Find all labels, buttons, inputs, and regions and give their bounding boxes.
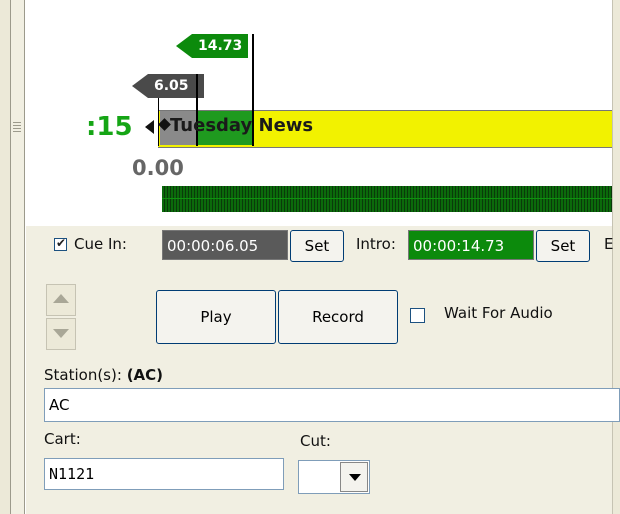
stations-summary: (AC) (126, 366, 164, 384)
wait-for-audio-label: Wait For Audio (444, 304, 553, 322)
track-title: Tuesday News (170, 115, 314, 136)
cart-label: Cart: (44, 430, 81, 448)
intro-time-field[interactable]: 00:00:14.73 (408, 230, 534, 260)
stations-label-text: Station(s): (44, 366, 122, 384)
intro-countdown: :15 (86, 112, 133, 142)
right-panel-edge (612, 0, 620, 514)
stations-field[interactable]: AC (44, 388, 620, 422)
countdown-arrow-icon (145, 120, 154, 134)
intro-marker-arrow (176, 34, 192, 58)
left-panel-edge (0, 0, 10, 514)
cue-in-time-field[interactable]: 00:00:06.05 (162, 230, 288, 260)
cut-label: Cut: (300, 432, 331, 450)
level-meter (162, 186, 612, 212)
record-button[interactable]: Record (278, 290, 398, 344)
cue-in-label: Cue In: (74, 235, 127, 253)
wait-for-audio-checkbox[interactable] (410, 308, 425, 323)
cart-field[interactable]: N1121 (44, 458, 284, 490)
level-meter-midline (162, 198, 612, 199)
intro-set-button[interactable]: Set (536, 230, 590, 262)
playback-position: 0.00 (132, 156, 184, 180)
intro-marker-flag[interactable]: 14.73 (192, 34, 248, 58)
chevron-down-icon[interactable] (340, 462, 368, 492)
cue-in-marker-arrow (132, 74, 148, 98)
splitter-line (10, 0, 11, 514)
cue-in-set-button[interactable]: Set (290, 230, 344, 262)
intro-label: Intro: (356, 235, 396, 253)
stations-label: Station(s): (AC) (44, 366, 163, 384)
play-button[interactable]: Play (156, 290, 276, 344)
scroll-down-button[interactable] (46, 318, 76, 350)
checkmark-icon: ✔ (56, 236, 67, 250)
truncated-label: E (604, 235, 614, 253)
splitter-grip[interactable] (13, 122, 21, 134)
scroll-up-button[interactable] (46, 284, 76, 316)
cue-in-checkbox[interactable]: ✔ (54, 236, 67, 251)
